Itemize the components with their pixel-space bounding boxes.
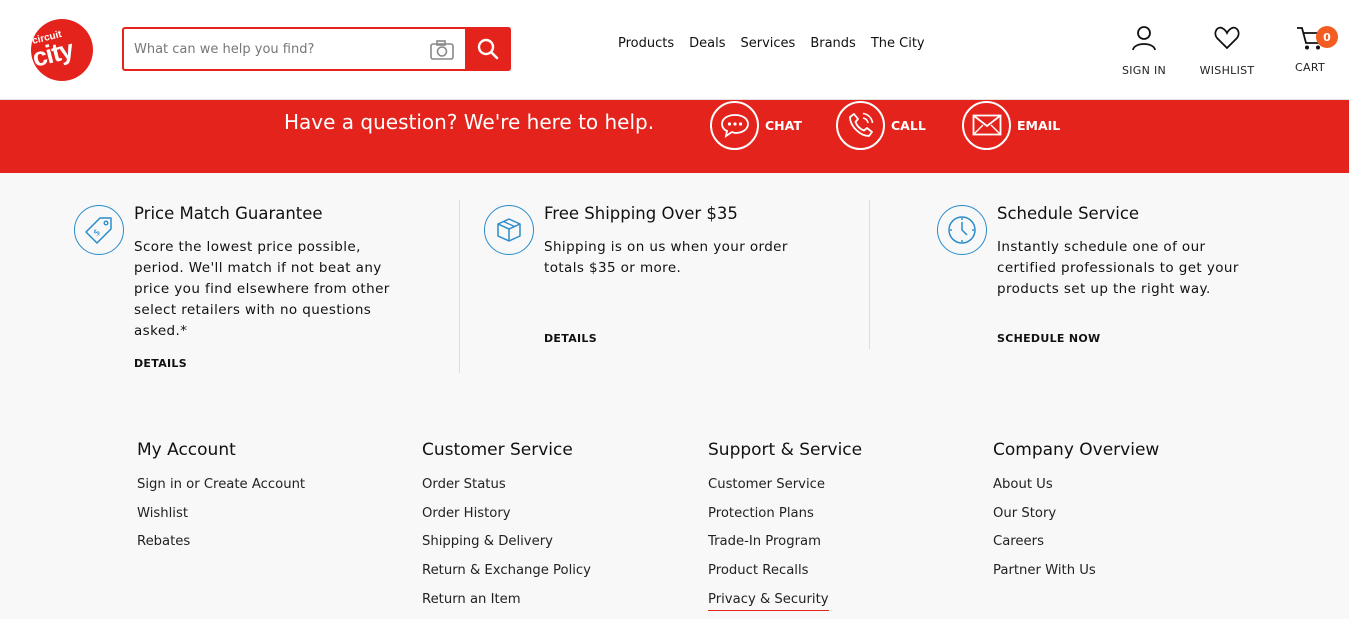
footer-col-my-account: My Account Sign in or Create Account Wis… bbox=[137, 440, 305, 562]
footer-col-title: Customer Service bbox=[422, 440, 573, 460]
nav-the-city[interactable]: The City bbox=[871, 36, 925, 51]
help-banner: Have a question? We're here to help. CHA… bbox=[0, 100, 1349, 173]
site-header: circuit city Products Deals Services Bra… bbox=[0, 0, 1349, 100]
footer-link[interactable]: Shipping & Delivery bbox=[422, 534, 553, 549]
heart-icon bbox=[1214, 26, 1240, 50]
divider bbox=[459, 200, 460, 373]
main-nav: Products Deals Services Brands The City bbox=[618, 36, 940, 51]
price-match-body: Score the lowest price possible, period.… bbox=[134, 237, 390, 342]
divider bbox=[869, 200, 870, 349]
schedule-service-title: Schedule Service bbox=[997, 204, 1140, 223]
sign-in-button[interactable]: SIGN IN bbox=[1109, 25, 1179, 77]
box-icon bbox=[484, 205, 534, 255]
schedule-now-link[interactable]: SCHEDULE NOW bbox=[997, 332, 1100, 345]
free-shipping-body: Shipping is on us when your order totals… bbox=[544, 237, 788, 279]
footer-col-title: My Account bbox=[137, 440, 236, 460]
search-bar bbox=[122, 27, 511, 71]
footer-link[interactable]: Wishlist bbox=[137, 506, 188, 521]
circuit-city-logo[interactable]: circuit city bbox=[29, 17, 97, 81]
sign-in-label: SIGN IN bbox=[1121, 64, 1167, 77]
price-tag-icon: $ bbox=[74, 205, 124, 255]
phone-icon bbox=[848, 112, 873, 137]
wishlist-label: WISHLIST bbox=[1199, 64, 1255, 77]
email-button[interactable]: EMAIL bbox=[962, 100, 1060, 150]
free-shipping-details-link[interactable]: DETAILS bbox=[544, 332, 597, 345]
cart-count-badge: 0 bbox=[1316, 26, 1338, 48]
body-line: period. We'll match if not beat any bbox=[134, 260, 382, 276]
help-banner-text: Have a question? We're here to help. bbox=[284, 110, 655, 134]
footer-link[interactable]: Customer Service bbox=[708, 477, 825, 492]
footer-link[interactable]: Sign in or Create Account bbox=[137, 477, 305, 492]
body-line: certified professionals to get your bbox=[997, 260, 1239, 276]
schedule-service-body: Instantly schedule one of our certified … bbox=[997, 237, 1239, 300]
email-label: EMAIL bbox=[1017, 117, 1061, 133]
call-button[interactable]: CALL bbox=[836, 100, 926, 150]
nav-products[interactable]: Products bbox=[618, 36, 674, 51]
price-match-details-link[interactable]: DETAILS bbox=[134, 357, 187, 370]
footer-link[interactable]: Protection Plans bbox=[708, 506, 814, 521]
footer-col-company-overview: Company Overview About Us Our Story Care… bbox=[993, 440, 1159, 591]
footer-link[interactable]: Rebates bbox=[137, 534, 190, 549]
footer-link[interactable]: Return & Exchange Policy bbox=[422, 563, 591, 578]
body-line: Instantly schedule one of our bbox=[997, 239, 1206, 255]
chat-button[interactable]: CHAT bbox=[710, 100, 802, 150]
svg-text:$: $ bbox=[92, 228, 103, 239]
footer-link[interactable]: About Us bbox=[993, 477, 1053, 492]
footer-link[interactable]: Our Story bbox=[993, 506, 1056, 521]
search-button[interactable] bbox=[465, 27, 511, 71]
footer-link[interactable]: Trade-In Program bbox=[708, 534, 821, 549]
search-icon bbox=[477, 38, 499, 60]
footer-link[interactable]: Order Status bbox=[422, 477, 506, 492]
body-line: Shipping is on us when your order bbox=[544, 239, 788, 255]
body-line: Score the lowest price possible, bbox=[134, 239, 361, 255]
free-shipping-title: Free Shipping Over $35 bbox=[544, 204, 738, 223]
nav-services[interactable]: Services bbox=[741, 36, 796, 51]
nav-deals[interactable]: Deals bbox=[689, 36, 725, 51]
body-line: products set up the right way. bbox=[997, 281, 1211, 297]
cart-button[interactable]: 0 CART bbox=[1275, 25, 1345, 74]
user-icon bbox=[1132, 26, 1156, 51]
footer-link[interactable]: Partner With Us bbox=[993, 563, 1096, 578]
envelope-icon bbox=[972, 114, 1001, 136]
body-line: select retailers with no questions bbox=[134, 302, 372, 318]
footer-link[interactable]: Return an Item bbox=[422, 592, 521, 607]
call-label: CALL bbox=[891, 117, 926, 133]
cart-label: CART bbox=[1295, 61, 1325, 74]
chat-label: CHAT bbox=[765, 117, 802, 133]
price-match-title: Price Match Guarantee bbox=[134, 204, 323, 223]
nav-brands[interactable]: Brands bbox=[810, 36, 856, 51]
clock-icon bbox=[937, 205, 987, 255]
footer-link[interactable]: Product Recalls bbox=[708, 563, 808, 578]
footer-link[interactable]: Order History bbox=[422, 506, 511, 521]
search-input[interactable] bbox=[134, 38, 424, 60]
footer-col-support-service: Support & Service Customer Service Prote… bbox=[708, 440, 862, 619]
footer-link[interactable]: Careers bbox=[993, 534, 1044, 549]
body-line: totals $35 or more. bbox=[544, 260, 682, 276]
footer-col-title: Support & Service bbox=[708, 440, 863, 460]
wishlist-button[interactable]: WISHLIST bbox=[1192, 25, 1262, 77]
chat-icon bbox=[720, 114, 749, 138]
body-line: asked.* bbox=[134, 323, 188, 339]
body-line: price you find elsewhere from other bbox=[134, 281, 390, 297]
footer-col-title: Company Overview bbox=[993, 440, 1160, 460]
camera-icon[interactable] bbox=[429, 38, 455, 62]
footer-col-customer-service: Customer Service Order Status Order Hist… bbox=[422, 440, 591, 619]
footer-link-privacy-security[interactable]: Privacy & Security bbox=[708, 591, 829, 611]
